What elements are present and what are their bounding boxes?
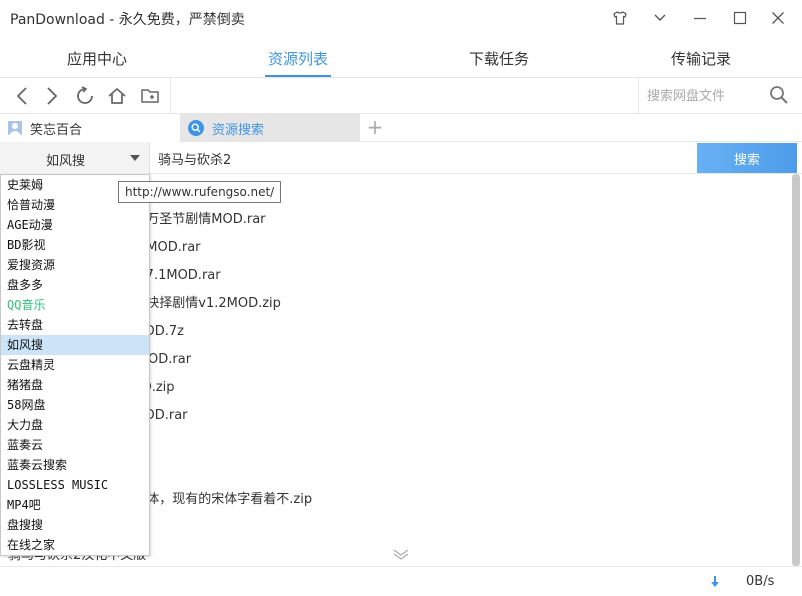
engine-option[interactable]: 蓝奏云 bbox=[1, 435, 149, 455]
engine-option[interactable]: QQ音乐 bbox=[1, 295, 149, 315]
engine-option[interactable]: 58网盘 bbox=[1, 395, 149, 415]
engine-option[interactable]: LOSSLESS MUSIC bbox=[1, 475, 149, 495]
download-speed: 0B/s bbox=[746, 574, 775, 589]
tab-resource-list[interactable]: 资源列表 bbox=[238, 48, 358, 77]
back-icon[interactable] bbox=[10, 84, 34, 108]
engine-option[interactable]: 猪猪盘 bbox=[1, 375, 149, 395]
engine-select-value: 如风搜 bbox=[46, 154, 86, 169]
engine-option[interactable]: 盘多多 bbox=[1, 275, 149, 295]
tab-app-center[interactable]: 应用中心 bbox=[37, 48, 157, 69]
engine-option[interactable]: 盘搜搜 bbox=[1, 515, 149, 535]
nav-divider bbox=[170, 78, 171, 114]
engine-select[interactable]: 如风搜 bbox=[0, 142, 150, 174]
window-title: PanDownload - 永久免费，严禁倒卖 bbox=[10, 12, 245, 28]
search-icon[interactable] bbox=[769, 85, 789, 109]
refresh-icon[interactable] bbox=[73, 84, 97, 108]
engine-option[interactable]: 云盘精灵 bbox=[1, 355, 149, 375]
dropdown-arrow-icon bbox=[130, 155, 140, 161]
scrollbar-thumb[interactable] bbox=[792, 174, 800, 566]
chevron-down-icon[interactable] bbox=[646, 6, 674, 30]
query-bar: 如风搜 搜索 bbox=[0, 142, 802, 174]
engine-url-tooltip: http://www.rufengso.net/ bbox=[118, 181, 282, 203]
query-input[interactable] bbox=[158, 148, 678, 168]
close-button[interactable] bbox=[764, 6, 792, 30]
tab-user-account[interactable]: 笑忘百合 bbox=[0, 114, 180, 142]
engine-option[interactable]: 蓝奏云搜索 bbox=[1, 455, 149, 475]
download-arrow-icon bbox=[710, 576, 720, 592]
search-circle-icon bbox=[188, 120, 204, 136]
tab-resource-search-label: 资源搜索 bbox=[212, 122, 265, 138]
nav-bar bbox=[0, 78, 802, 114]
forward-icon[interactable] bbox=[40, 84, 64, 108]
tab-download-tasks[interactable]: 下载任务 bbox=[439, 48, 559, 69]
home-icon[interactable] bbox=[105, 84, 129, 108]
skin-icon[interactable] bbox=[606, 6, 634, 30]
minimize-button[interactable] bbox=[686, 6, 714, 30]
results-scrollbar[interactable] bbox=[792, 174, 800, 566]
tab-resource-search[interactable]: 资源搜索 bbox=[180, 114, 360, 142]
engine-dropdown-list: 史莱姆 恰普动漫 AGE动漫 BD影视 爱搜资源 盘多多 QQ音乐 去转盘 如风搜 云盘精灵 猪猪盘… bbox=[0, 174, 150, 556]
engine-option[interactable]: 大力盘 bbox=[1, 415, 149, 435]
engine-option[interactable]: AGE动漫 bbox=[1, 215, 149, 235]
engine-option[interactable]: BD影视 bbox=[1, 235, 149, 255]
main-tabs: 应用中心 资源列表 下载任务 传输记录 bbox=[0, 36, 802, 78]
engine-option[interactable]: 在线之家 bbox=[1, 535, 149, 555]
search-button[interactable]: 搜索 bbox=[697, 143, 797, 173]
status-bar: 0B/s bbox=[0, 566, 802, 596]
add-tab-icon[interactable]: + bbox=[362, 116, 388, 140]
maximize-button[interactable] bbox=[726, 6, 754, 30]
user-avatar-icon bbox=[8, 121, 22, 135]
engine-option[interactable]: 去转盘 bbox=[1, 315, 149, 335]
engine-option[interactable]: 如风搜 bbox=[1, 335, 149, 355]
source-tabs: 笑忘百合 资源搜索 + bbox=[0, 114, 802, 142]
new-folder-icon[interactable] bbox=[138, 84, 162, 108]
engine-option[interactable]: MP4吧 bbox=[1, 495, 149, 515]
load-more-icon[interactable] bbox=[392, 548, 410, 560]
tab-transfer-history[interactable]: 传输记录 bbox=[641, 48, 761, 69]
file-search-box bbox=[638, 78, 802, 114]
file-search-input[interactable] bbox=[647, 86, 767, 106]
tab-user-account-label: 笑忘百合 bbox=[30, 122, 83, 138]
title-bar: PanDownload - 永久免费，严禁倒卖 bbox=[0, 0, 802, 36]
engine-option[interactable]: 爱搜资源 bbox=[1, 255, 149, 275]
